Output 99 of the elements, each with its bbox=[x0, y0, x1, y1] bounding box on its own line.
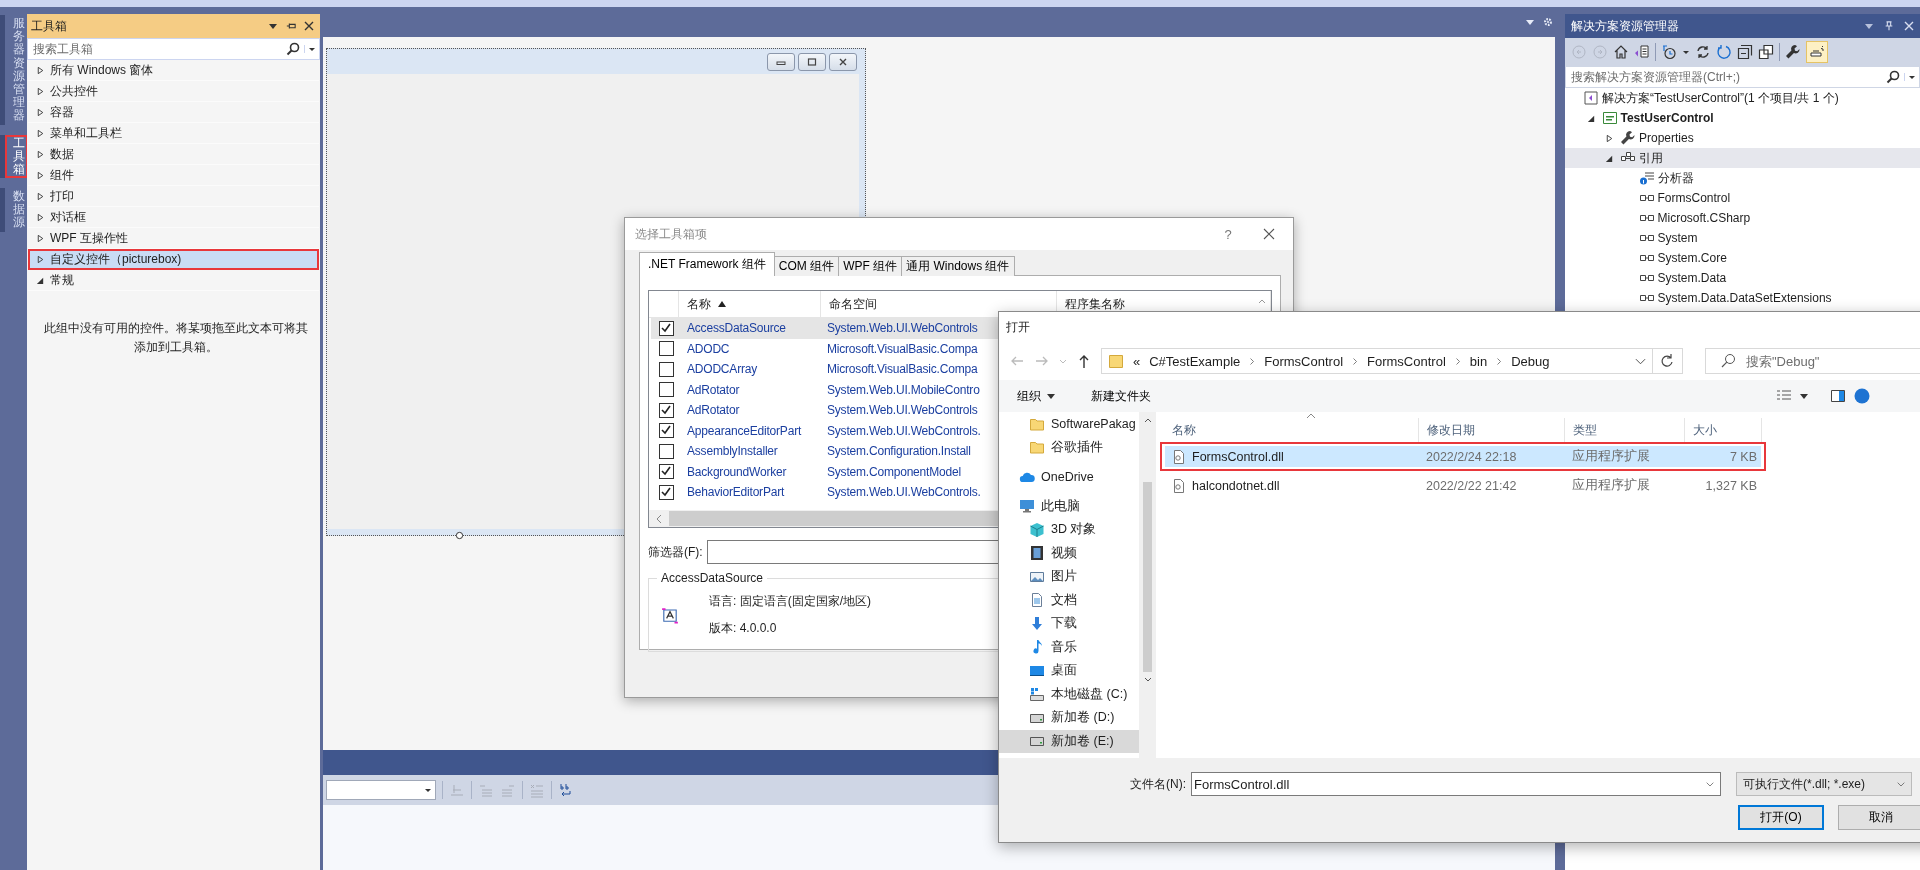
file-name: halcondotnet.dll bbox=[1192, 478, 1280, 493]
navigation-item[interactable]: 3D 对象 bbox=[999, 518, 1139, 542]
toolbox-group[interactable]: 菜单和工具栏 bbox=[28, 123, 319, 144]
namespace-cell-text: System.Web.UI.WebControls bbox=[826, 321, 979, 336]
language-text: 语言: 固定语言(固定国家/地区) bbox=[709, 593, 871, 610]
navigation-item[interactable]: 桌面 bbox=[999, 659, 1139, 683]
toolbox-group[interactable]: 容器 bbox=[28, 102, 319, 123]
name-cell-text: AdRotator bbox=[686, 403, 741, 418]
navigation-item[interactable]: SoftwarePakag bbox=[999, 412, 1139, 436]
namespace-cell-text: System.ComponentModel bbox=[826, 464, 962, 479]
name-cell-text: BehaviorEditorPart bbox=[686, 485, 786, 500]
file-type-dropdown[interactable]: 可执行文件(*.dll; *.exe) bbox=[1736, 772, 1912, 796]
toolbox-group[interactable]: 数据 bbox=[28, 144, 319, 165]
new-folder-button[interactable]: 新建文件夹 bbox=[1087, 385, 1155, 407]
tree-item[interactable]: 解决方案“TestUserControl”(1 个项目/共 1 个) bbox=[1565, 88, 1920, 108]
version-text: 版本: 4.0.0.0 bbox=[709, 620, 778, 637]
namespace-cell-text: System.Web.UI.WebControls. bbox=[826, 485, 982, 500]
type-cell-text: 应用程序扩展 bbox=[1571, 448, 1651, 465]
file-row[interactable]: halcondotnet.dll 2022/2/22 21:42 应用程序扩展 1,327 KB bbox=[1160, 471, 1766, 500]
breadcrumb[interactable]: Debug bbox=[1511, 353, 1550, 369]
dialog-title: 选择工具箱项 bbox=[635, 225, 708, 243]
tree-item[interactable]: Microsoft.CSharp bbox=[1565, 208, 1920, 228]
navigation-item[interactable]: 文档 bbox=[999, 588, 1139, 612]
organize-button[interactable]: 组织 bbox=[1013, 385, 1059, 407]
namespace-cell-text: System.Configuration.Install bbox=[826, 444, 972, 459]
namespace-cell-text: System.Web.UI.WebControls bbox=[826, 403, 979, 418]
cancel-button[interactable]: 取消 bbox=[1838, 805, 1920, 830]
size-cell-text: 1,327 KB bbox=[1704, 478, 1758, 493]
name-cell-text: AccessDataSource bbox=[686, 321, 787, 336]
breadcrumb[interactable]: bin bbox=[1469, 353, 1488, 369]
navigation-item[interactable]: 图片 bbox=[999, 565, 1139, 589]
navigation-item[interactable]: 本地磁盘 (C:) bbox=[999, 682, 1139, 706]
namespace-cell-text: Microsoft.VisualBasic.Compa bbox=[826, 341, 979, 356]
column-header[interactable]: 名称 bbox=[679, 291, 821, 317]
navigation-item[interactable]: 此电脑 bbox=[999, 494, 1139, 518]
navigation-item[interactable]: 谷歌插件 bbox=[999, 435, 1139, 459]
help-button[interactable]: ? bbox=[1213, 225, 1243, 243]
name-cell-text: ADODC bbox=[686, 341, 731, 356]
navigation-item[interactable]: 新加卷 (E:) bbox=[999, 729, 1139, 753]
file-name-input[interactable]: FormsControl.dll bbox=[1192, 776, 1706, 792]
tab[interactable]: WPF 组件 bbox=[838, 256, 903, 276]
namespace-cell-text: Microsoft.VisualBasic.Compa bbox=[826, 362, 979, 377]
date-cell-text: 2022/2/22 21:42 bbox=[1425, 478, 1518, 493]
name-cell-text: ADODCArray bbox=[686, 362, 758, 377]
tree-item[interactable]: System.Data.DataSetExtensions bbox=[1565, 288, 1920, 308]
breadcrumb[interactable]: C#TestExample bbox=[1149, 353, 1241, 369]
tree-item[interactable]: 引用 bbox=[1565, 148, 1920, 168]
panel-title: 工具箱 bbox=[31, 17, 68, 35]
open-button[interactable]: 打开(O) bbox=[1738, 805, 1824, 830]
file-name: FormsControl.dll bbox=[1192, 449, 1284, 464]
tree-item[interactable]: Properties bbox=[1565, 128, 1920, 148]
search-field[interactable]: 搜索工具箱 bbox=[27, 38, 320, 60]
tree-item[interactable]: System.Data bbox=[1565, 268, 1920, 288]
search-input[interactable]: 搜索解决方案资源管理器(Ctrl+;) bbox=[1569, 70, 1886, 84]
name-cell-text: AssemblyInstaller bbox=[686, 444, 779, 459]
tree-item[interactable]: FormsControl bbox=[1565, 188, 1920, 208]
search-input[interactable]: 搜索工具箱 bbox=[31, 42, 286, 56]
toolbox-group[interactable]: 自定义控件（picturebox) bbox=[28, 249, 319, 270]
tree-item[interactable]: 分析器 bbox=[1565, 168, 1920, 188]
toolbox-group[interactable]: 组件 bbox=[28, 165, 319, 186]
file-row[interactable]: FormsControl.dll 2022/2/24 22:18 应用程序扩展 7 KB bbox=[1160, 442, 1766, 471]
tree-item[interactable]: System.Core bbox=[1565, 248, 1920, 268]
breadcrumb[interactable]: FormsControl bbox=[1367, 353, 1446, 369]
name-cell-text: BackgroundWorker bbox=[686, 464, 788, 479]
navigation-item[interactable]: 新加卷 (D:) bbox=[999, 706, 1139, 730]
toolbox-group[interactable]: 打印 bbox=[28, 186, 319, 207]
search-field[interactable]: 搜索解决方案资源管理器(Ctrl+;) bbox=[1565, 66, 1920, 88]
filter-label: 筛选器(F): bbox=[648, 543, 703, 561]
group-title: AccessDataSource bbox=[657, 571, 768, 585]
navigation-item[interactable]: 视频 bbox=[999, 541, 1139, 565]
tab[interactable]: .NET Framework 组件 bbox=[639, 252, 775, 276]
navigation-item[interactable]: 音乐 bbox=[999, 635, 1139, 659]
panel-title: 解决方案资源管理器 bbox=[1571, 17, 1680, 35]
type-cell-text: 应用程序扩展 bbox=[1571, 477, 1651, 494]
breadcrumb[interactable]: FormsControl bbox=[1264, 353, 1344, 369]
overflow-chevron[interactable]: « bbox=[1133, 353, 1141, 369]
toolbox-group[interactable]: 公共控件 bbox=[28, 81, 319, 102]
address-bar[interactable]: « C#TestExample FormsControl FormsControl bin Debug bbox=[1101, 348, 1653, 374]
name-cell-text: AppearanceEditorPart bbox=[686, 423, 803, 438]
search-input[interactable]: 搜索"Debug" bbox=[1743, 353, 1920, 369]
search-field[interactable]: 搜索"Debug" bbox=[1704, 348, 1920, 374]
size-cell-text: 7 KB bbox=[1728, 449, 1758, 464]
tab[interactable]: 通用 Windows 组件 bbox=[901, 256, 1015, 276]
empty-group-message: 此组中没有可用的控件。将某项拖至此文本可将其添加到工具箱。 bbox=[42, 320, 309, 356]
file-name-label: 文件名(N): bbox=[1129, 775, 1186, 793]
namespace-cell-text: System.Web.UI.MobileContro bbox=[826, 382, 981, 397]
navigation-item[interactable]: 下载 bbox=[999, 612, 1139, 636]
file-name-field[interactable]: FormsControl.dll bbox=[1191, 772, 1721, 796]
namespace-cell-text: System.Web.UI.WebControls. bbox=[826, 423, 982, 438]
date-cell-text: 2022/2/24 22:18 bbox=[1425, 449, 1518, 464]
name-cell-text: AdRotator bbox=[686, 382, 741, 397]
tree-item[interactable]: TestUserControl bbox=[1565, 108, 1920, 128]
dialog-title: 打开 bbox=[1006, 318, 1030, 336]
tree-item[interactable]: System bbox=[1565, 228, 1920, 248]
toolbox-group[interactable]: 常规 bbox=[28, 270, 319, 291]
navigation-item[interactable]: OneDrive bbox=[999, 465, 1139, 489]
toolbox-group[interactable]: 对话框 bbox=[28, 207, 319, 228]
toolbox-group[interactable]: 所有 Windows 窗体 bbox=[28, 60, 319, 81]
tab[interactable]: COM 组件 bbox=[773, 256, 840, 276]
